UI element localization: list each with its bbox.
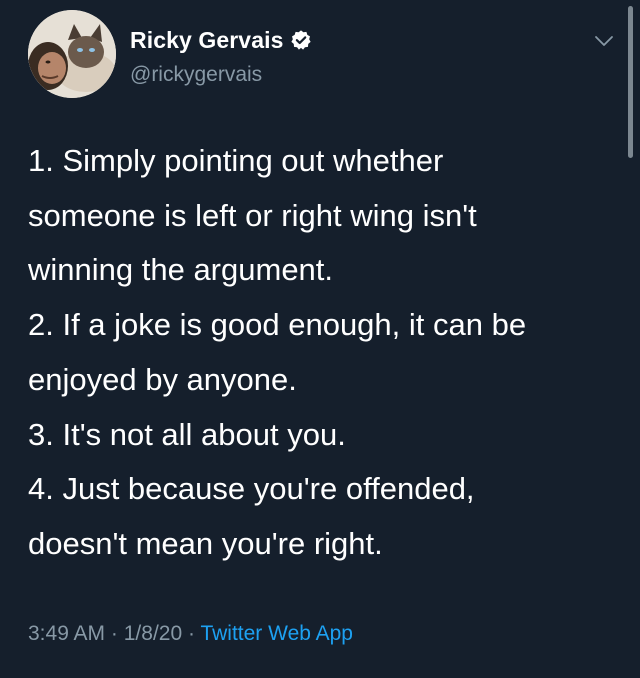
tweet-date[interactable]: 1/8/20 <box>124 622 182 645</box>
tweet-source-link[interactable]: Twitter Web App <box>200 622 353 645</box>
meta-separator: · <box>187 622 195 645</box>
tweet-text-line: enjoyed by anyone. <box>28 361 297 397</box>
tweet-text-line: winning the argument. <box>28 252 334 288</box>
tweet-metadata: 3:49 AM · 1/8/20 · Twitter Web App <box>28 622 353 646</box>
tweet-text: 1. Simply pointing out whether someone i… <box>28 134 618 572</box>
avatar[interactable] <box>28 10 116 98</box>
tweet-text-line: 2. If a joke is good enough, it can be <box>28 307 527 343</box>
name-row: Ricky Gervais <box>130 26 312 54</box>
chevron-down-icon[interactable] <box>593 30 615 52</box>
tweet-text-line: someone is left or right wing isn't <box>28 197 477 233</box>
tweet-text-line: 3. It's not all about you. <box>28 416 346 452</box>
tweet-text-line: 1. Simply pointing out whether <box>28 143 444 178</box>
tweet-header: Ricky Gervais @rickygervais <box>28 10 618 100</box>
user-handle[interactable]: @rickygervais <box>130 63 262 87</box>
tweet-text-line: doesn't mean you're right. <box>28 525 383 561</box>
tweet-time[interactable]: 3:49 AM <box>28 622 105 645</box>
avatar-image <box>28 10 116 98</box>
scrollbar[interactable] <box>628 6 633 158</box>
tweet-text-line: 4. Just because you're offended, <box>28 471 475 507</box>
tweet-card: Ricky Gervais @rickygervais 1. Simply po… <box>0 0 640 678</box>
meta-separator: · <box>110 622 118 645</box>
verified-badge-icon <box>290 29 312 51</box>
display-name[interactable]: Ricky Gervais <box>130 27 283 54</box>
